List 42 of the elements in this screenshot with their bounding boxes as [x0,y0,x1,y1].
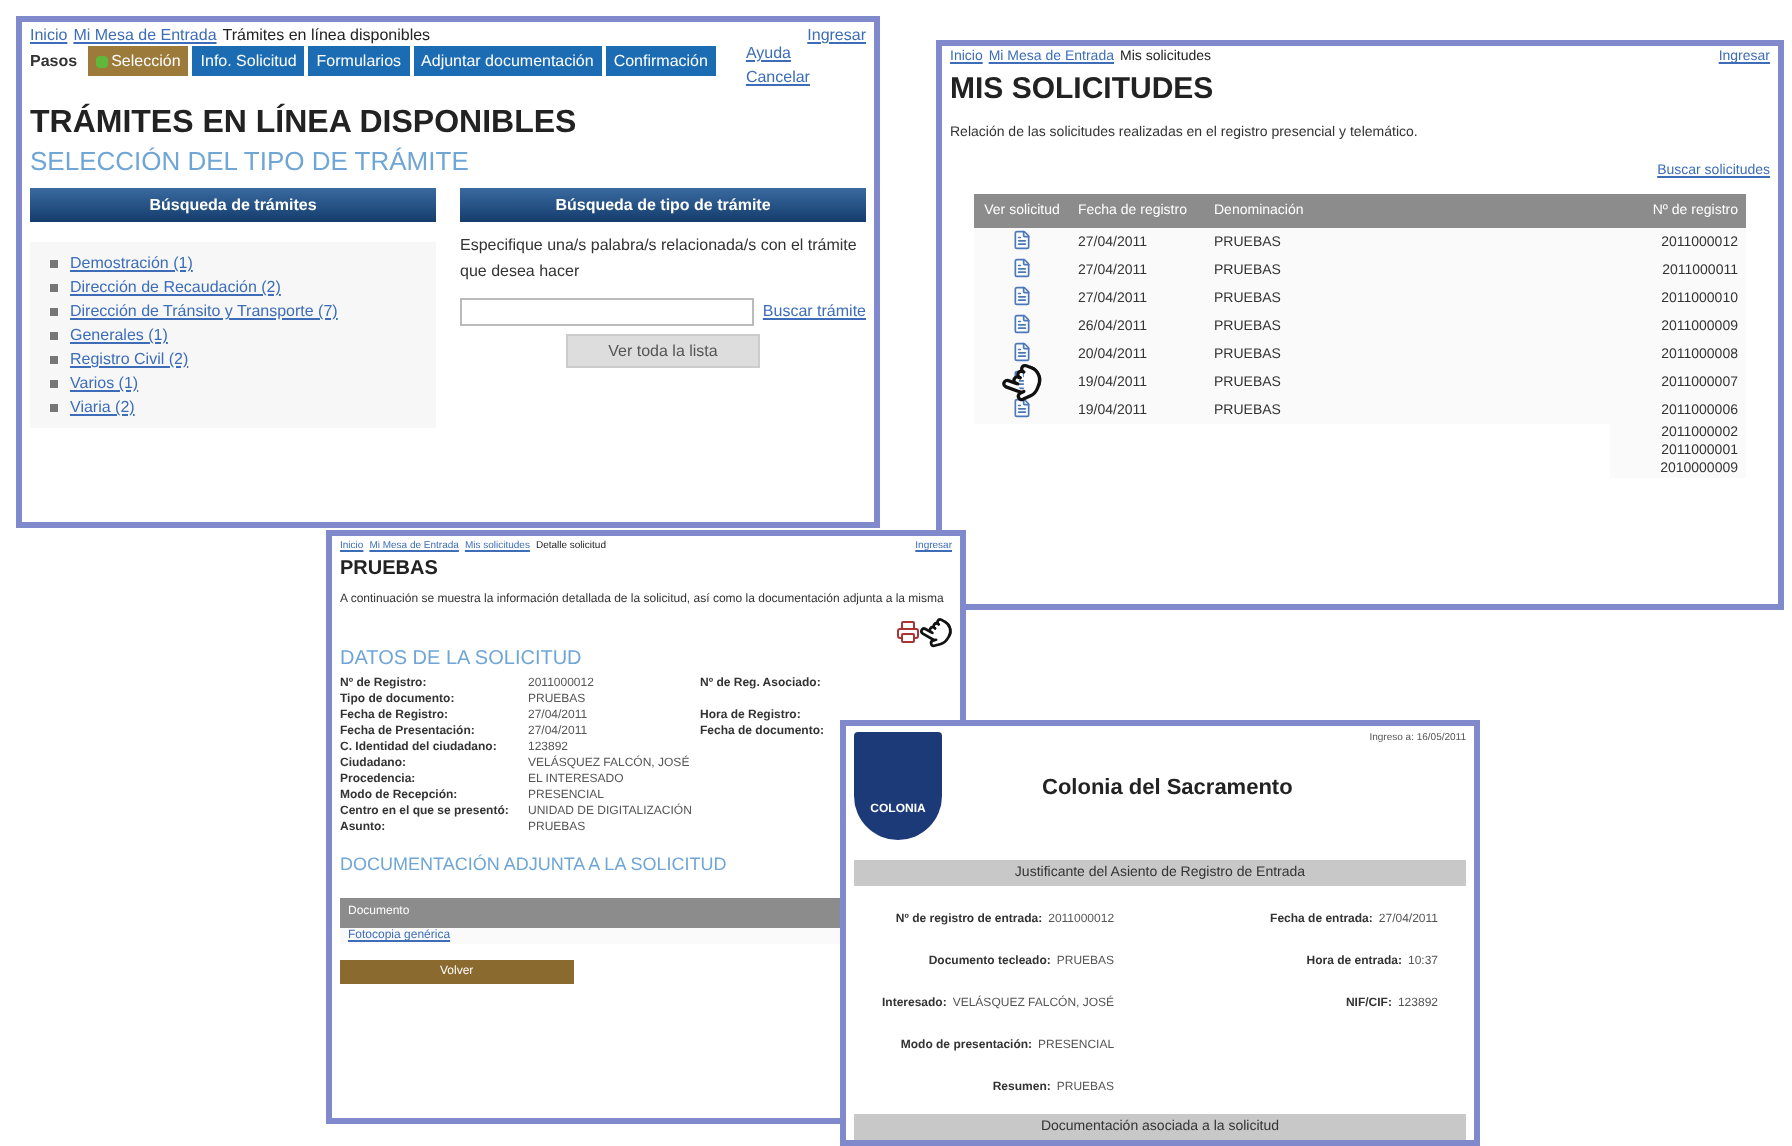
bullet-icon [50,331,58,339]
printer-icon[interactable] [896,619,920,644]
bullet-icon [50,379,58,387]
bullet-icon [50,259,58,267]
panel-header: Búsqueda de tipo de trámite [460,188,866,222]
category-link[interactable]: Dirección de Recaudación (2) [70,278,281,296]
bullet-icon [50,307,58,315]
category-link[interactable]: Generales (1) [70,326,168,344]
list-button[interactable]: Ver toda la lista [566,333,760,368]
category-link[interactable]: Dirección de Tránsito y Transporte (7) [70,302,338,320]
login-link[interactable]: Ingresar [807,26,866,44]
search-field[interactable] [460,297,755,326]
section-title: DATOS DE LA SOLICITUD [340,647,584,670]
page-title: Colonia del Sacramento [1042,776,1293,800]
page-title: TRÁMITES EN LÍNEA DISPONIBLES [30,106,579,142]
category-link[interactable]: Registro Civil (2) [70,350,189,368]
step-tab[interactable]: Formularios [306,44,412,78]
panel-header: Búsqueda de trámites [30,188,436,222]
steps-label: Pasos [30,52,78,70]
search-hint: Especifique una/s palabra/s relacionada/s con el trámite que desea hacer [460,234,859,284]
step-tab[interactable]: Adjuntar documentación [411,44,604,78]
category-link[interactable]: Varios (1) [70,374,139,392]
category-link[interactable]: Viaria (2) [70,398,135,416]
step-tab[interactable]: Confirmación [603,44,718,78]
step-tab[interactable]: Info. Solicitud [190,44,307,78]
side-link[interactable]: Cancelar [745,68,810,86]
category-link[interactable]: Demostración (1) [70,254,193,272]
check-icon [95,55,108,67]
bullet-icon [50,403,58,411]
search-link[interactable]: Buscar trámite [762,302,866,321]
breadcrumb-link[interactable]: Inicio [30,26,68,44]
step-tab[interactable]: Selección [85,44,191,78]
page-title: PRUEBAS [340,558,440,580]
breadcrumb-current: Trámites en línea disponibles [222,26,431,44]
breadcrumb-link[interactable]: Mi Mesa de Entrada [73,26,217,44]
bullet-icon [50,355,58,363]
document-icon[interactable] [1012,398,1032,419]
page-title: MIS SOLICITUDES [950,72,1216,106]
side-link[interactable]: Ayuda [745,44,810,62]
section-title: DOCUMENTACIÓN ADJUNTA A LA SOLICITUD [340,853,729,874]
page-subtitle: SELECCIÓN DEL TIPO DE TRÁMITE [30,146,471,176]
bullet-icon [50,283,58,291]
